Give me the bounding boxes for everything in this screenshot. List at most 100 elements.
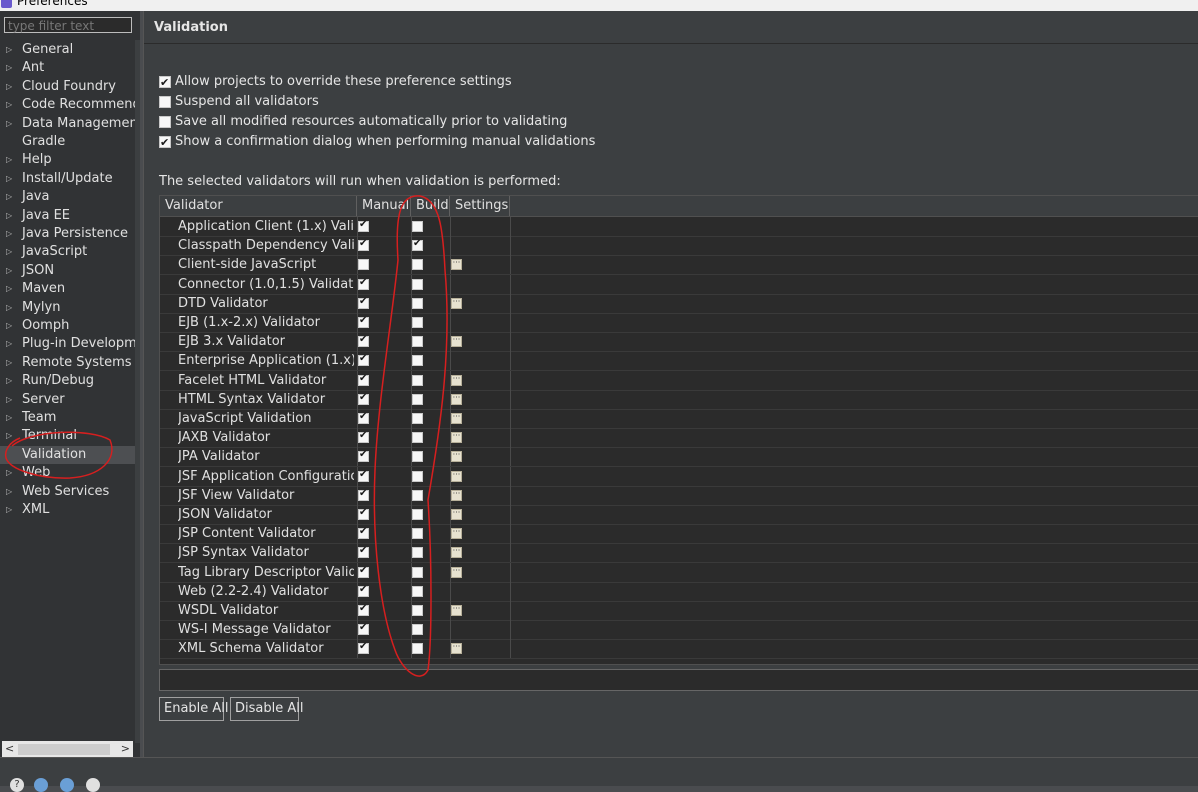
settings-button[interactable]: ···	[451, 297, 462, 309]
tree-item[interactable]: ▷ Help	[0, 151, 135, 169]
build-checkbox[interactable]	[412, 413, 423, 424]
table-row[interactable]: JavaScript Validation ···	[160, 409, 1198, 429]
manual-checkbox[interactable]	[358, 392, 369, 405]
expand-arrow-icon[interactable]: ▷	[6, 96, 12, 114]
expand-arrow-icon[interactable]: ▷	[6, 170, 12, 188]
scroll-thumb[interactable]	[18, 744, 110, 755]
expand-arrow-icon[interactable]: ▷	[6, 483, 12, 501]
table-row[interactable]: JSP Content Validator ···	[160, 524, 1198, 545]
filter-input[interactable]: type filter text	[4, 17, 132, 33]
manual-checkbox[interactable]	[358, 430, 369, 444]
manual-checkbox[interactable]	[358, 565, 369, 578]
build-checkbox[interactable]	[412, 317, 423, 328]
column-validator[interactable]: Validator	[160, 196, 357, 216]
tree-item[interactable]: ▷ General	[0, 41, 135, 59]
table-row[interactable]: Facelet HTML Validator ···	[160, 370, 1198, 391]
tree-item[interactable]: ▷ Mylyn	[0, 299, 135, 317]
table-row[interactable]: Connector (1.0,1.5) Validator	[160, 274, 1198, 295]
settings-button[interactable]: ···	[451, 489, 462, 501]
tree-item[interactable]: ▷ Java	[0, 188, 135, 206]
expand-arrow-icon[interactable]: ▷	[6, 464, 12, 482]
manual-checkbox[interactable]	[358, 259, 369, 271]
tree-item[interactable]: ▷ XML	[0, 501, 135, 519]
build-checkbox[interactable]	[412, 585, 423, 597]
build-checkbox[interactable]	[412, 624, 423, 636]
settings-button[interactable]: ···	[451, 451, 462, 463]
expand-arrow-icon[interactable]: ▷	[6, 115, 12, 133]
build-checkbox[interactable]	[412, 297, 423, 309]
manual-checkbox[interactable]	[358, 603, 369, 616]
settings-button[interactable]: ···	[451, 547, 462, 559]
settings-button[interactable]: ···	[451, 259, 462, 271]
manual-checkbox[interactable]	[358, 373, 369, 386]
disable-all-button[interactable]: Disable All	[230, 697, 303, 721]
option-row[interactable]: Show a confirmation dialog when performi…	[159, 133, 595, 152]
build-checkbox[interactable]	[412, 278, 423, 290]
table-row[interactable]: WS-I Message Validator	[160, 620, 1198, 641]
table-row[interactable]: Application Client (1.x) Valid...	[160, 217, 1198, 237]
build-checkbox[interactable]	[412, 451, 423, 463]
manual-checkbox[interactable]	[358, 238, 369, 252]
manual-checkbox[interactable]	[358, 622, 369, 636]
settings-button[interactable]: ···	[451, 432, 462, 444]
manual-checkbox[interactable]	[358, 526, 369, 540]
expand-arrow-icon[interactable]: ▷	[6, 317, 12, 335]
tree-item[interactable]: ▷ JSON	[0, 262, 135, 280]
manual-checkbox[interactable]	[358, 334, 369, 348]
tree-item[interactable]: ▷ Server	[0, 391, 135, 409]
option-checkbox[interactable]	[159, 95, 171, 108]
manual-checkbox[interactable]	[358, 641, 369, 655]
tree-item[interactable]: ▷ Java Persistence	[0, 225, 135, 243]
tree-horizontal-scrollbar[interactable]: < >	[2, 741, 133, 757]
table-row[interactable]: DTD Validator ···	[160, 293, 1198, 314]
expand-arrow-icon[interactable]: ▷	[6, 391, 12, 409]
build-checkbox[interactable]	[412, 643, 423, 655]
table-row[interactable]: EJB 3.x Validator ···	[160, 332, 1198, 353]
column-settings[interactable]: Settings	[450, 196, 510, 216]
table-row[interactable]: Tag Library Descriptor Valid... ···	[160, 562, 1198, 583]
table-row[interactable]: JAXB Validator ···	[160, 428, 1198, 449]
settings-button[interactable]: ···	[451, 509, 462, 520]
build-checkbox[interactable]	[412, 374, 423, 386]
tree-item[interactable]: ▷ Install/Update	[0, 170, 135, 188]
option-checkbox[interactable]	[159, 115, 171, 128]
tree-item[interactable]: ▷ JavaScript	[0, 243, 135, 261]
tree-item[interactable]: ▷ Web	[0, 464, 135, 482]
expand-arrow-icon[interactable]: ▷	[6, 372, 12, 390]
table-row[interactable]: JSP Syntax Validator ···	[160, 543, 1198, 564]
export-icon[interactable]	[60, 778, 74, 792]
enable-all-button[interactable]: Enable All	[159, 697, 229, 721]
manual-checkbox[interactable]	[358, 411, 369, 424]
expand-arrow-icon[interactable]: ▷	[6, 280, 12, 298]
settings-button[interactable]: ···	[451, 470, 462, 482]
expand-arrow-icon[interactable]: ▷	[6, 243, 12, 261]
manual-checkbox[interactable]	[358, 277, 369, 290]
table-row[interactable]: JPA Validator ···	[160, 447, 1198, 468]
settings-button[interactable]: ···	[451, 413, 462, 424]
table-row[interactable]: Web (2.2-2.4) Validator	[160, 581, 1198, 602]
build-checkbox[interactable]	[412, 238, 423, 252]
manual-checkbox[interactable]	[358, 545, 369, 559]
settings-button[interactable]: ···	[451, 374, 462, 386]
tree-item[interactable]: ▷ Oomph	[0, 317, 135, 335]
table-row[interactable]: JSF Application Configuratio... ···	[160, 466, 1198, 487]
build-checkbox[interactable]	[412, 393, 423, 405]
option-row[interactable]: Suspend all validators	[159, 93, 319, 111]
expand-arrow-icon[interactable]: ▷	[6, 188, 12, 206]
build-checkbox[interactable]	[412, 509, 423, 520]
tree-item[interactable]: ▷ Ant	[0, 59, 135, 77]
build-checkbox[interactable]	[412, 489, 423, 501]
tree-vertical-scrollbar[interactable]	[135, 40, 140, 743]
expand-arrow-icon[interactable]: ▷	[6, 299, 12, 317]
tree-item[interactable]: ▷ Java EE	[0, 207, 135, 225]
manual-checkbox[interactable]	[358, 353, 369, 367]
preference-recorder-icon[interactable]	[86, 778, 100, 792]
settings-button[interactable]: ···	[451, 393, 462, 405]
settings-button[interactable]: ···	[451, 528, 462, 540]
manual-checkbox[interactable]	[358, 488, 369, 501]
column-manual[interactable]: Manual	[357, 196, 411, 216]
tree-item[interactable]: ▷ Terminal	[0, 427, 135, 445]
tree-item[interactable]: ▷ Web Services	[0, 483, 135, 501]
option-row[interactable]: Allow projects to override these prefere…	[159, 73, 512, 92]
build-checkbox[interactable]	[412, 528, 423, 540]
